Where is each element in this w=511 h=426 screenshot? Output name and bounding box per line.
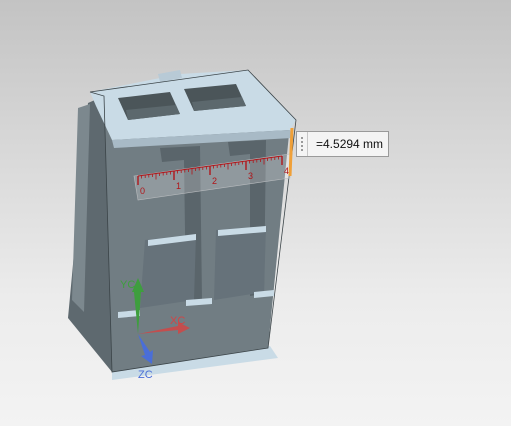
drag-handle-icon[interactable] bbox=[297, 132, 308, 156]
ruler-label: 3 bbox=[248, 171, 253, 181]
axis-xc-label: XC bbox=[170, 315, 185, 327]
model-window-right bbox=[214, 226, 266, 300]
ruler-label: 0 bbox=[140, 186, 145, 196]
measured-edge[interactable] bbox=[288, 127, 294, 177]
axis-zc-label: ZC bbox=[138, 369, 153, 381]
ruler-label: 1 bbox=[176, 181, 181, 191]
model-scene[interactable]: 0 1 2 3 4 YC XC ZC bbox=[0, 0, 511, 426]
measure-dimension-box[interactable]: =4.5294 mm bbox=[296, 131, 389, 157]
graphics-viewport[interactable]: 0 1 2 3 4 YC XC ZC =4.5294 mm bbox=[0, 0, 511, 426]
ruler-label: 2 bbox=[212, 176, 217, 186]
measure-value: =4.5294 mm bbox=[316, 137, 384, 151]
ruler-label: 4 bbox=[284, 166, 289, 176]
axis-yc-label: YC bbox=[120, 279, 135, 291]
